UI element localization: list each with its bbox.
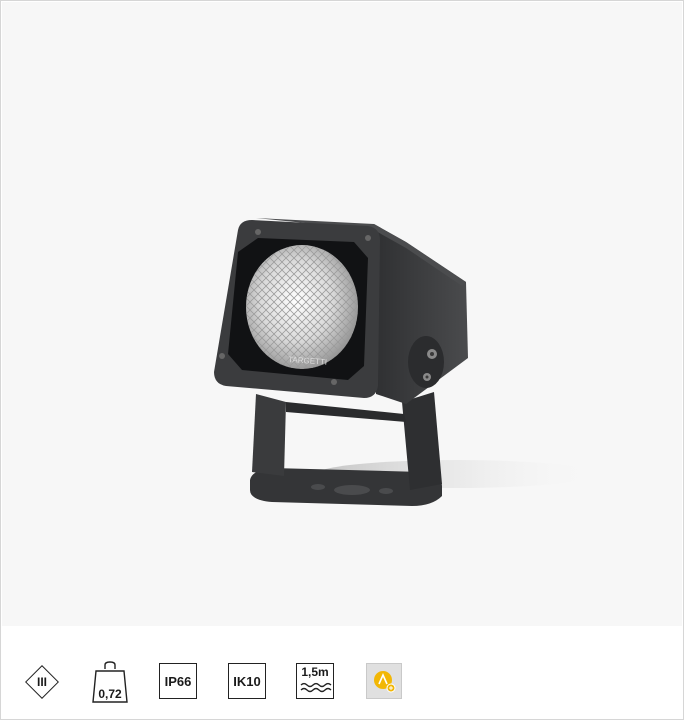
ip-rating-badge: IP66 bbox=[159, 663, 197, 699]
ik-rating-label: IK10 bbox=[233, 673, 261, 689]
water-depth-badge: 1,5m bbox=[296, 663, 334, 699]
water-wave-icon bbox=[300, 682, 332, 693]
weight-icon: 0,72 bbox=[92, 659, 128, 703]
spotlight-image: TARGETTI bbox=[214, 218, 597, 506]
lamp-replaceable-icon bbox=[374, 671, 396, 693]
insulation-class-label: III bbox=[36, 675, 47, 689]
lamp-replaceable-badge bbox=[366, 663, 402, 699]
water-depth-label: 1,5m bbox=[301, 665, 329, 679]
insulation-class-icon: III bbox=[23, 663, 61, 701]
product-photo[interactable]: TARGETTI bbox=[2, 2, 682, 626]
ik-rating-badge: IK10 bbox=[228, 663, 266, 699]
ip-rating-label: IP66 bbox=[164, 673, 192, 689]
weight-value: 0,72 bbox=[98, 687, 122, 701]
spec-icons-bar: III 0,72 IP66 IK10 1,5m bbox=[1, 653, 683, 713]
product-card: TARGETTI III 0,72 IP66 IK10 1,5m bbox=[0, 0, 684, 720]
